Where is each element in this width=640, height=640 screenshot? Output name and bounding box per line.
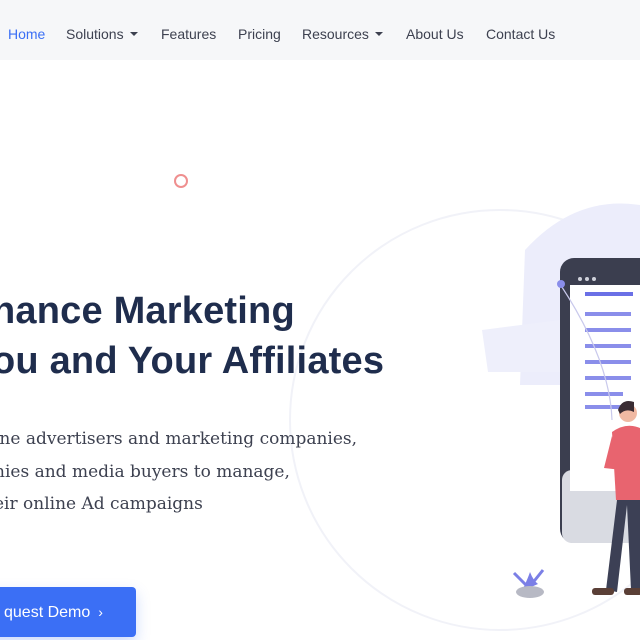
screen-line <box>585 328 631 332</box>
screen-line <box>585 344 631 348</box>
plant-pot <box>516 586 544 598</box>
hero-headline-line2: ou and Your Affiliates <box>0 340 385 382</box>
screen-line <box>585 392 623 396</box>
person-shoe <box>624 588 640 595</box>
background-blob-small <box>482 320 560 372</box>
screen-line <box>585 405 623 409</box>
screen-line <box>585 360 631 364</box>
screen-line <box>585 292 633 296</box>
chevron-right-icon: › <box>98 604 103 620</box>
screen-line <box>585 312 631 316</box>
hero-subtitle-line2: nies and media buyers to manage, <box>0 462 290 482</box>
person-shoe <box>592 588 614 595</box>
screen-line <box>585 376 631 380</box>
hero-subtitle-line1: ine advertisers and marketing companies, <box>0 429 358 449</box>
hero-headline-line1: nance Marketing <box>0 290 295 332</box>
hero-subtitle-line3: eir online Ad campaigns <box>0 494 203 514</box>
dot-icon <box>578 277 582 281</box>
connector-dot <box>557 280 565 288</box>
dot-icon <box>585 277 589 281</box>
request-demo-button[interactable]: quest Demo › <box>0 587 136 637</box>
decorative-circle <box>174 174 188 188</box>
dot-icon <box>592 277 596 281</box>
request-demo-label: quest Demo <box>4 604 91 621</box>
